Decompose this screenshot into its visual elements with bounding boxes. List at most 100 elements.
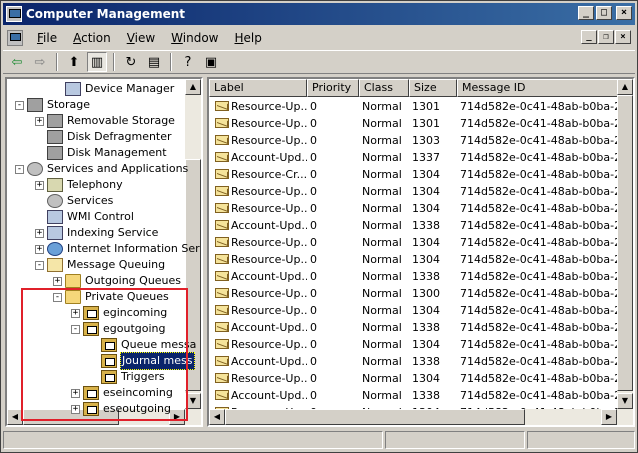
table-row[interactable]: Resource-Up...0 Normal 1304 714d582e-0c41-4… <box>209 200 633 217</box>
scroll-left-icon[interactable]: ◀ <box>7 409 23 425</box>
collapse-icon[interactable]: - <box>71 324 80 334</box>
expand-icon[interactable]: + <box>71 404 80 414</box>
tree-item[interactable]: + eseincoming <box>71 385 174 401</box>
child-restore-button[interactable]: ❐ <box>598 30 614 44</box>
table-row[interactable]: Resource-Up... 0 Normal 1301 714d582e-0c41-4… <box>209 98 633 115</box>
tree-item[interactable]: Triggers <box>89 369 166 385</box>
menu-file[interactable]: File <box>29 31 65 45</box>
menu-view[interactable]: View <box>119 31 163 45</box>
scroll-down-icon[interactable]: ▼ <box>617 393 633 409</box>
scroll-up-icon[interactable]: ▲ <box>617 79 633 95</box>
table-row[interactable]: Resource-Up... 0 Normal 1301 714d582e-0c41-4… <box>209 115 633 132</box>
menu-action[interactable]: Action <box>65 31 119 45</box>
column-header-class[interactable]: Class <box>359 79 409 97</box>
tree-item[interactable]: + Outgoing Queues <box>53 273 182 289</box>
tree-item[interactable]: - Message Queuing <box>35 257 166 273</box>
tree-item[interactable]: + Internet Information Ser <box>35 241 201 257</box>
table-row[interactable]: Resource-Up...0 Normal 1304 714d582e-0c41-4… <box>209 336 633 353</box>
list-horizontal-scrollbar[interactable]: ◀ ▶ <box>209 409 633 425</box>
table-row[interactable]: Resource-Up...0 Normal 1304 714d582e-0c41-4… <box>209 183 633 200</box>
table-row[interactable]: Resource-Up...0 Normal 1304 714d582e-0c41-4… <box>209 302 633 319</box>
scroll-left-icon[interactable]: ◀ <box>209 409 225 425</box>
collapse-icon[interactable]: - <box>15 164 24 174</box>
table-row[interactable]: Resource-Up...0 Normal 1304 714d582e-0c41-4… <box>209 234 633 251</box>
minimize-button[interactable]: _ <box>578 6 594 20</box>
tree-item[interactable]: + Indexing Service <box>35 225 159 241</box>
tree-item[interactable]: - Services and Applications <box>15 161 189 177</box>
tree-item[interactable]: Queue messa <box>89 337 197 353</box>
properties-icon[interactable]: ▣ <box>201 52 221 72</box>
menu-help[interactable]: Help <box>227 31 270 45</box>
table-row[interactable]: Account-Upd... 0 Normal 1338 714d582e-0c41-4… <box>209 319 633 336</box>
hscroll-thumb[interactable] <box>225 409 525 425</box>
status-bar <box>3 431 635 451</box>
table-cell: Resource-Up... <box>231 287 307 300</box>
table-row[interactable]: Account-Upd... 0 Normal 1338 714d582e-0c41-4… <box>209 268 633 285</box>
tree-item[interactable]: - egoutgoing <box>71 321 167 337</box>
console-tree[interactable]: ▲ ▼ ◀ ▶ Device Manager - Storage + Removable… <box>5 77 203 427</box>
menu-window[interactable]: Window <box>163 31 226 45</box>
expand-icon[interactable]: + <box>35 228 44 238</box>
tree-item[interactable]: Device Manager <box>53 81 175 97</box>
expand-icon[interactable]: + <box>71 308 80 318</box>
table-row[interactable]: Account-Upd... 0 Normal 1338 714d582e-0c41-4… <box>209 387 633 404</box>
table-row[interactable]: Account-Upd... 0 Normal 1338 714d582e-0c41-4… <box>209 353 633 370</box>
expand-icon[interactable]: + <box>35 244 44 254</box>
expand-icon[interactable]: + <box>53 276 62 286</box>
column-header-priority[interactable]: Priority <box>307 79 359 97</box>
forward-arrow-icon[interactable]: ⇨ <box>30 52 50 72</box>
collapse-icon[interactable]: - <box>15 100 24 110</box>
close-button[interactable]: × <box>616 6 632 20</box>
scroll-down-icon[interactable]: ▼ <box>185 393 201 409</box>
tree-item[interactable]: WMI Control <box>35 209 135 225</box>
table-cell: 0 <box>310 355 317 368</box>
up-one-level-icon[interactable]: ⬆ <box>64 52 84 72</box>
table-cell: 0 <box>310 372 317 385</box>
system-menu-icon[interactable] <box>7 30 23 46</box>
tree-item[interactable]: + Removable Storage <box>35 113 176 129</box>
help-icon[interactable]: ? <box>178 52 198 72</box>
column-header-label[interactable]: Label <box>209 79 307 97</box>
table-row[interactable]: Resource-Up... 0 Normal 1300 714d582e-0c41-4… <box>209 285 633 302</box>
scroll-right-icon[interactable]: ▶ <box>601 409 617 425</box>
table-row[interactable]: Resource-Up... 0 Normal 1303 714d582e-0c41-4… <box>209 132 633 149</box>
title-bar[interactable]: Computer Management _ □ × <box>3 3 635 25</box>
tree-item[interactable]: - Storage <box>15 97 91 113</box>
export-list-icon[interactable]: ▤ <box>144 52 164 72</box>
message-list[interactable]: Label Priority Class Size Message ID Resourc… <box>207 77 635 427</box>
tree-item[interactable]: Services <box>35 193 114 209</box>
tree-item[interactable]: - Private Queues <box>53 289 170 305</box>
child-minimize-button[interactable]: _ <box>581 30 597 44</box>
tree-item[interactable]: + Telephony <box>35 177 124 193</box>
table-row[interactable]: Account-Upd... 0 Normal 1338 714d582e-0c41-4… <box>209 217 633 234</box>
child-close-button[interactable]: × <box>615 30 631 44</box>
tree-item[interactable]: Disk Defragmenter <box>35 129 173 145</box>
column-header-size[interactable]: Size <box>409 79 457 97</box>
table-row[interactable]: Resource-Cr... 0 Normal 1304 714d582e-0c41-4… <box>209 166 633 183</box>
tree-item[interactable]: + eseoutgoing <box>71 401 172 417</box>
show-hide-tree-icon[interactable]: ▥ <box>87 52 107 72</box>
table-cell: 0 <box>310 270 317 283</box>
tree-item[interactable]: Journal mess <box>89 352 195 370</box>
table-cell: Normal <box>362 168 402 181</box>
collapse-icon[interactable]: - <box>53 292 62 302</box>
tree-item[interactable]: Disk Management <box>35 145 168 161</box>
scroll-thumb[interactable] <box>617 95 633 391</box>
back-arrow-icon[interactable]: ⇦ <box>7 52 27 72</box>
maximize-button[interactable]: □ <box>596 6 612 20</box>
scroll-up-icon[interactable]: ▲ <box>185 79 201 95</box>
tree-item-label: Indexing Service <box>67 226 159 239</box>
list-vertical-scrollbar[interactable]: ▲ ▼ <box>617 79 633 409</box>
column-header-message-id[interactable]: Message ID <box>457 79 633 97</box>
table-row[interactable]: Resource-Up...0 Normal 1304 714d582e-0c41-4… <box>209 370 633 387</box>
table-cell: Account-Upd... <box>231 389 307 402</box>
expand-icon[interactable]: + <box>71 388 80 398</box>
tree-item[interactable]: + egincoming <box>71 305 168 321</box>
expand-icon[interactable]: + <box>35 116 44 126</box>
table-row[interactable]: Resource-Up...0 Normal 1304 714d582e-0c41-4… <box>209 251 633 268</box>
table-row[interactable]: Account-Upd... 0 Normal 1337 714d582e-0c41-4… <box>209 149 633 166</box>
refresh-icon[interactable]: ↻ <box>121 52 141 72</box>
table-cell: Resource-Up... <box>231 117 307 130</box>
collapse-icon[interactable]: - <box>35 260 44 270</box>
expand-icon[interactable]: + <box>35 180 44 190</box>
